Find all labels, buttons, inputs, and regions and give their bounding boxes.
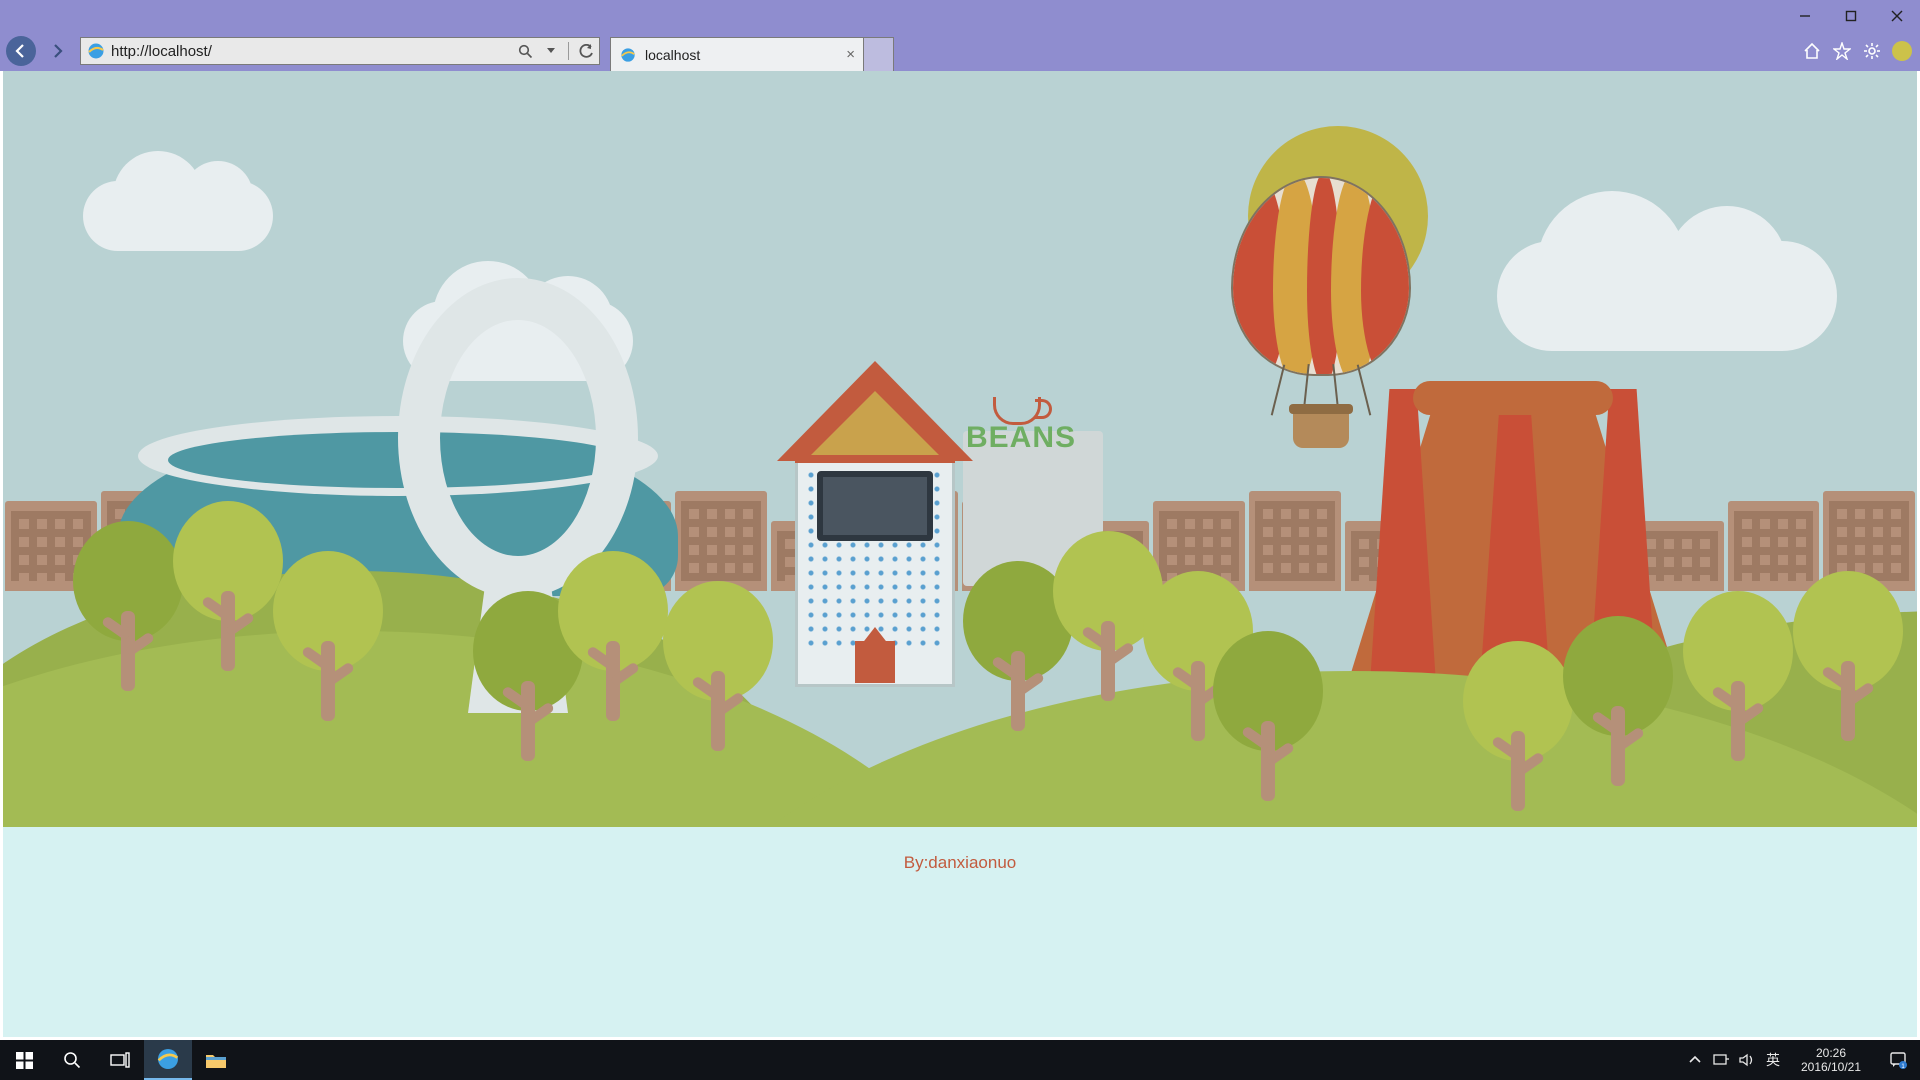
ime-indicator[interactable]: 英 [1760, 1040, 1786, 1080]
taskbar-app-explorer[interactable] [192, 1040, 240, 1080]
url-input[interactable] [111, 43, 512, 60]
tree-shape [1213, 631, 1323, 801]
taskbar-search-button[interactable] [48, 1040, 96, 1080]
cloud-shape [83, 181, 273, 251]
tab-strip: localhost × [610, 31, 894, 71]
hero-illustration: BEANS [3, 71, 1917, 827]
taskbar-clock[interactable]: 20:26 2016/10/21 [1786, 1041, 1876, 1079]
ie-logo-icon [617, 44, 639, 66]
page-viewport: BEANS [3, 71, 1917, 1037]
tree-shape [173, 501, 283, 671]
tree-shape [663, 581, 773, 751]
star-icon[interactable] [1832, 41, 1852, 61]
tree-shape [558, 551, 668, 721]
browser-command-bar [1802, 35, 1912, 67]
system-tray: 英 20:26 2016/10/21 1 [1682, 1040, 1920, 1080]
ie-logo-icon [85, 40, 107, 62]
page-credit: By:danxiaonuo [3, 853, 1917, 873]
volume-icon[interactable] [1734, 1040, 1760, 1080]
tree-shape [1563, 616, 1673, 786]
clock-date: 2016/10/21 [1790, 1060, 1872, 1074]
windows-taskbar: 英 20:26 2016/10/21 1 [0, 1040, 1920, 1080]
window-titlebar [0, 0, 1920, 31]
window-minimize-button[interactable] [1782, 0, 1828, 31]
new-tab-button[interactable] [864, 37, 894, 71]
address-bar [80, 37, 600, 65]
tree-shape [273, 551, 383, 721]
cloud-shape [1497, 241, 1837, 351]
beans-sign: BEANS [966, 421, 1076, 455]
search-dropdown-icon[interactable] [538, 38, 564, 64]
tab-close-icon[interactable]: × [846, 46, 855, 63]
tree-shape [1793, 571, 1903, 741]
refresh-icon[interactable] [573, 38, 599, 64]
window-close-button[interactable] [1874, 0, 1920, 31]
hot-air-balloon [1231, 176, 1411, 476]
home-icon[interactable] [1802, 41, 1822, 61]
clock-time: 20:26 [1790, 1046, 1872, 1060]
task-view-button[interactable] [96, 1040, 144, 1080]
browser-toolbar: localhost × [0, 31, 1920, 71]
feedback-icon[interactable] [1892, 41, 1912, 61]
tree-shape [73, 521, 183, 691]
browser-tab[interactable]: localhost × [610, 37, 864, 71]
divider [568, 42, 569, 60]
nav-forward-button[interactable] [42, 36, 72, 66]
start-button[interactable] [0, 1040, 48, 1080]
taskbar-app-ie[interactable] [144, 1040, 192, 1080]
gear-icon[interactable] [1862, 41, 1882, 61]
tree-shape [1683, 591, 1793, 761]
network-icon[interactable] [1708, 1040, 1734, 1080]
search-icon[interactable] [512, 38, 538, 64]
action-center-icon[interactable]: 1 [1876, 1040, 1920, 1080]
tray-overflow-icon[interactable] [1682, 1040, 1708, 1080]
ticket-booth [795, 361, 955, 686]
tab-title: localhost [645, 47, 700, 63]
tree-shape [1463, 641, 1573, 811]
nav-back-button[interactable] [6, 36, 36, 66]
window-maximize-button[interactable] [1828, 0, 1874, 31]
